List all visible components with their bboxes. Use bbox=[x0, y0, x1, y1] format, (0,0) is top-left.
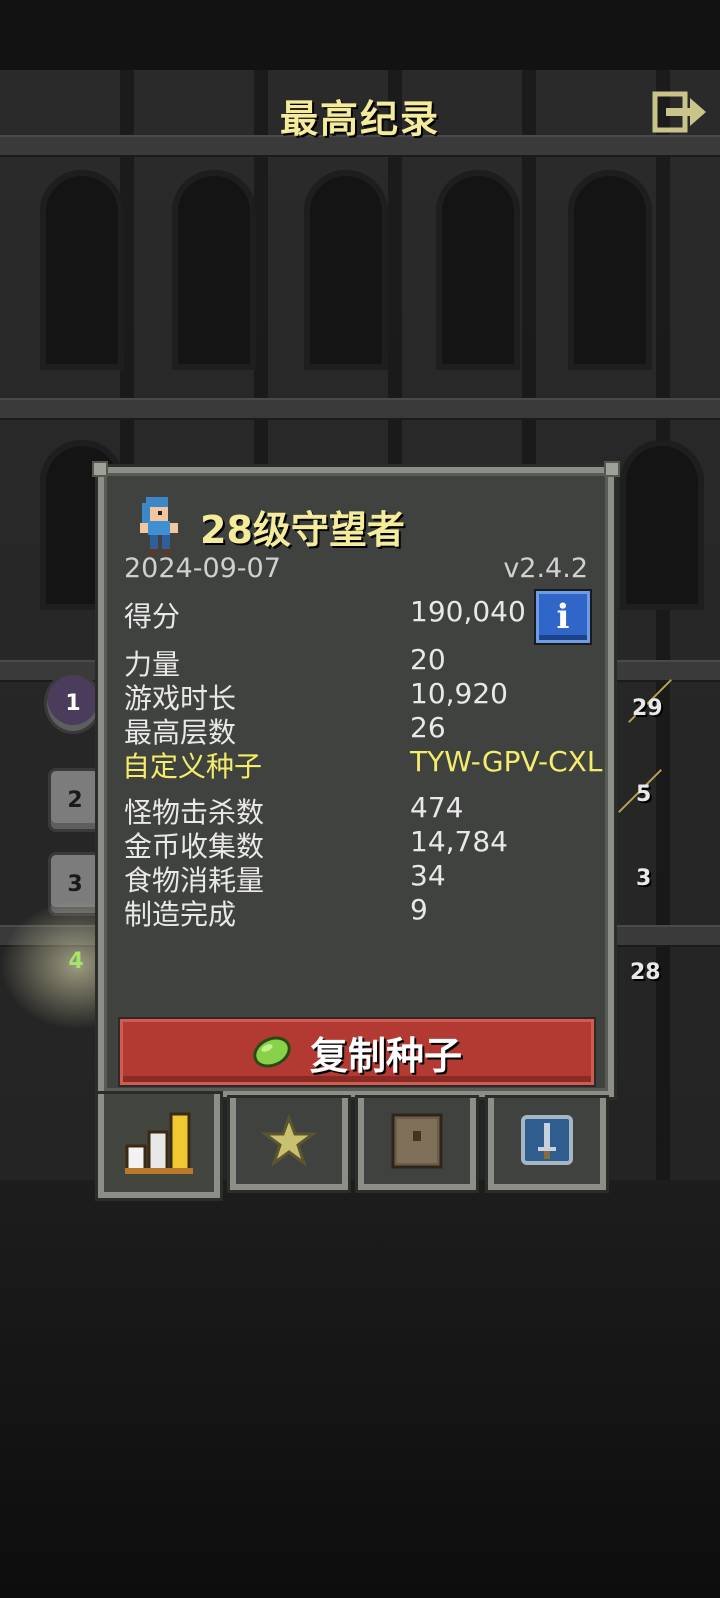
stat-row: 食物消耗量 34 bbox=[124, 859, 604, 897]
score-info-button[interactable]: i bbox=[536, 591, 590, 643]
arch bbox=[304, 170, 388, 370]
custom-seed-value: TYW-GPV-CXL bbox=[410, 745, 603, 778]
wall-band bbox=[0, 398, 720, 420]
custom-seed-label: 自定义种子 bbox=[122, 750, 263, 783]
arch bbox=[172, 170, 256, 370]
stat-value: 20 bbox=[410, 643, 446, 676]
rank-number: 1 bbox=[65, 690, 81, 716]
stat-row: 力量 20 bbox=[124, 643, 604, 681]
stat-row: 制造完成 9 bbox=[124, 893, 604, 931]
journal-icon bbox=[391, 1113, 443, 1169]
stat-value: 10,920 bbox=[410, 677, 508, 710]
tab-stats[interactable] bbox=[98, 1094, 220, 1198]
score-label: 得分 bbox=[124, 600, 181, 633]
rank-badge[interactable]: 1 bbox=[44, 672, 102, 734]
side-level-number: 5 bbox=[636, 782, 652, 807]
stat-row: 怪物击杀数 474 bbox=[124, 791, 604, 829]
score-row: 得分 190,040 bbox=[124, 595, 604, 633]
page-title: 最高纪录 bbox=[279, 97, 440, 141]
stat-value: 34 bbox=[410, 859, 446, 892]
copy-seed-button[interactable]: 复制种子 bbox=[120, 1019, 594, 1085]
tab-badges[interactable] bbox=[230, 1098, 348, 1190]
exit-button[interactable] bbox=[652, 90, 708, 134]
stat-value: 26 bbox=[410, 711, 446, 744]
huntress-avatar-icon bbox=[140, 497, 178, 554]
stat-row: 最高层数 26 bbox=[124, 711, 604, 749]
copy-seed-label: 复制种子 bbox=[309, 1033, 462, 1078]
record-panel: 28级守望者 2024-09-07 v2.4.2 得分 190,040 i 力量… bbox=[92, 461, 620, 1097]
star-icon bbox=[262, 1115, 316, 1167]
side-level-number: 29 bbox=[632, 696, 663, 721]
exit-icon bbox=[652, 91, 706, 133]
rank-number: 2 bbox=[67, 787, 83, 813]
tab-journal[interactable] bbox=[358, 1098, 476, 1190]
tab-rankings[interactable] bbox=[488, 1098, 606, 1190]
rank-badge[interactable]: 4 bbox=[52, 932, 100, 990]
custom-seed-row: 自定义种子 TYW-GPV-CXL bbox=[122, 745, 612, 783]
sword-badge-icon bbox=[521, 1115, 573, 1165]
stat-value: 14,784 bbox=[410, 825, 508, 858]
score-value: 190,040 bbox=[410, 595, 526, 628]
arch bbox=[568, 170, 652, 370]
panel-corner bbox=[92, 461, 108, 477]
arch bbox=[620, 440, 704, 610]
seed-icon bbox=[253, 1036, 291, 1068]
info-icon: i bbox=[556, 597, 570, 637]
hero-class-title: 28级守望者 bbox=[200, 508, 405, 552]
rank-badge[interactable]: 2 bbox=[48, 768, 102, 832]
stat-row: 游戏时长 10,920 bbox=[124, 677, 604, 715]
arch bbox=[436, 170, 520, 370]
stat-label: 制造完成 bbox=[124, 898, 237, 931]
rank-number: 3 bbox=[67, 871, 83, 897]
stats-bars-icon bbox=[125, 1112, 193, 1174]
panel-corner bbox=[604, 461, 620, 477]
stat-row: 金币收集数 14,784 bbox=[124, 825, 604, 863]
rank-number: 4 bbox=[68, 948, 84, 974]
floor-shadow bbox=[0, 1180, 720, 1598]
stat-value: 9 bbox=[410, 893, 428, 926]
stat-value: 474 bbox=[410, 791, 464, 824]
side-level-number: 28 bbox=[630, 960, 661, 985]
side-level-number: 3 bbox=[636, 866, 652, 891]
record-date: 2024-09-07 bbox=[124, 553, 281, 584]
arch bbox=[40, 170, 124, 370]
game-version: v2.4.2 bbox=[503, 553, 588, 584]
